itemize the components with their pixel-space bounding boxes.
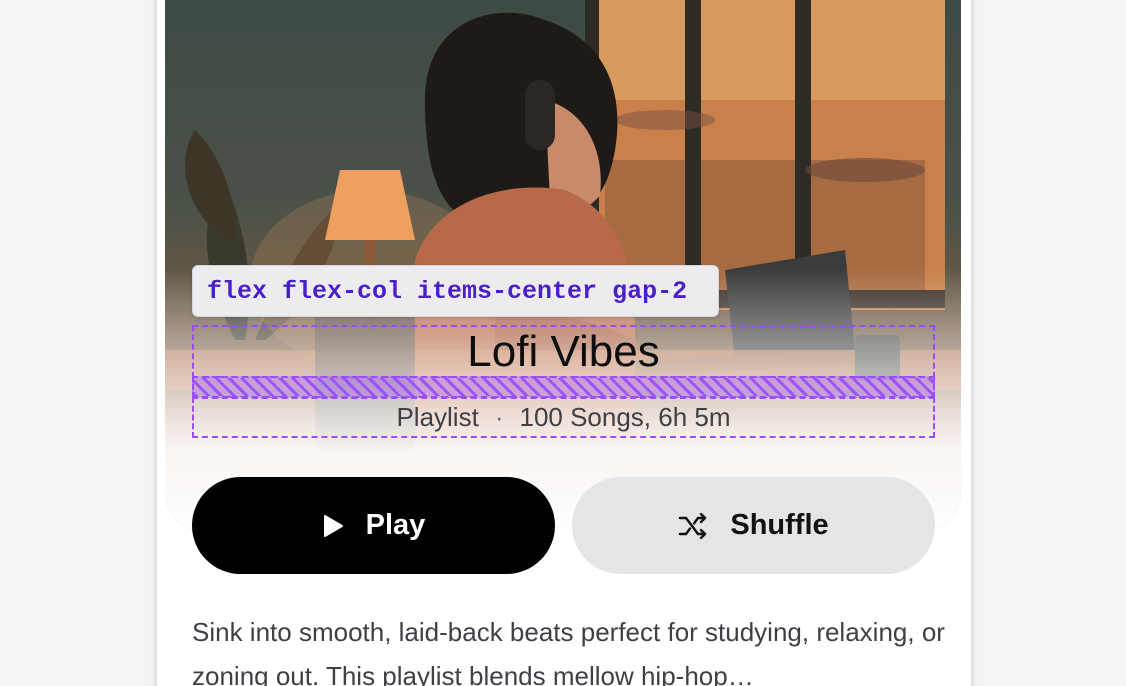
playlist-stats: 100 Songs, 6h 5m [519, 402, 731, 432]
play-button[interactable]: Play [192, 477, 555, 574]
shuffle-icon [678, 512, 708, 539]
play-icon [322, 514, 344, 538]
class-tag-label: flex flex-col items-center gap-2 [192, 265, 719, 317]
playlist-meta: Playlist · 100 Songs, 6h 5m [192, 397, 935, 438]
playlist-type: Playlist [396, 402, 479, 432]
shuffle-label: Shuffle [730, 509, 829, 541]
play-label: Play [365, 509, 426, 541]
playlist-description: Sink into smooth, laid-back beats perfec… [192, 617, 945, 686]
shuffle-button[interactable]: Shuffle [572, 477, 935, 574]
playlist-title: Lofi Vibes [467, 327, 660, 376]
meta-separator: · [494, 402, 504, 432]
